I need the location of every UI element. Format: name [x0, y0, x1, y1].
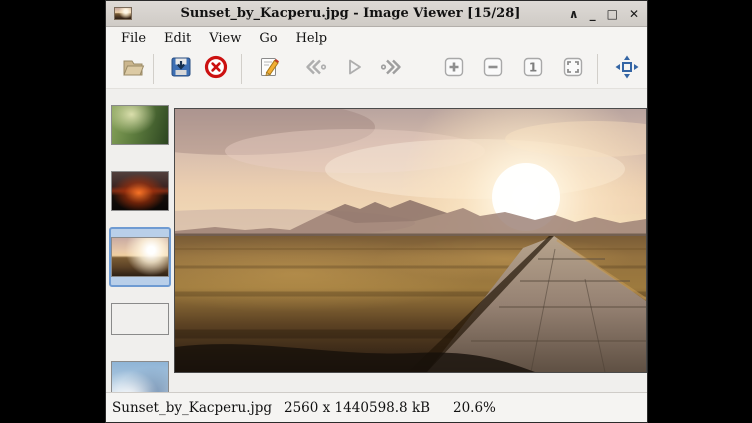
toolbar-separator — [153, 54, 154, 84]
sunset-scene — [175, 109, 646, 372]
next-button[interactable] — [375, 53, 407, 85]
image-viewport[interactable] — [173, 89, 647, 392]
thumbnail-soil[interactable] — [109, 293, 171, 345]
zoom-fit-icon — [561, 55, 585, 83]
minimize-button[interactable]: _ — [590, 8, 596, 20]
thumbnail-dark-sunset[interactable] — [109, 161, 171, 221]
zoom-normal-icon: 1 — [521, 55, 545, 83]
maximize-button[interactable]: □ — [607, 8, 618, 20]
statusbar: Sunset_by_Kacperu.jpg 2560 x 1440 598.8 … — [106, 392, 647, 422]
menu-file[interactable]: File — [112, 29, 155, 48]
menubar: File Edit View Go Help — [106, 27, 647, 49]
thumbnail-clouds-sky[interactable] — [109, 351, 171, 392]
save-icon — [169, 55, 193, 83]
status-filesize: 598.8 kB — [369, 400, 453, 416]
fullscreen-button[interactable] — [611, 53, 643, 85]
window-title: Sunset_by_Kacperu.jpg - Image Viewer [15… — [132, 6, 569, 21]
play-icon — [342, 55, 366, 83]
zoom-out-icon — [481, 55, 505, 83]
zoom-fit-button[interactable] — [557, 53, 589, 85]
edit-button[interactable] — [253, 53, 285, 85]
image-viewer-window: Sunset_by_Kacperu.jpg - Image Viewer [15… — [105, 0, 648, 423]
delete-button[interactable] — [200, 53, 232, 85]
menu-help[interactable]: Help — [287, 29, 337, 48]
menu-view[interactable]: View — [200, 29, 250, 48]
thumbnail-sidebar — [106, 89, 173, 392]
toolbar-separator — [241, 54, 242, 84]
zoom-in-icon — [442, 55, 466, 83]
zoom-in-button[interactable] — [438, 53, 470, 85]
next-icon — [378, 55, 404, 83]
status-filename: Sunset_by_Kacperu.jpg — [112, 400, 284, 416]
thumbnail-dark-sunset-image — [111, 171, 169, 211]
thumbnail-forest[interactable] — [109, 95, 171, 155]
thumbnail-forest-image — [111, 105, 169, 145]
displayed-photo — [174, 108, 647, 373]
content-area — [106, 89, 647, 392]
thumbnail-sunset-path-selected[interactable] — [109, 227, 171, 287]
thumbnail-soil-image — [111, 303, 169, 335]
save-button[interactable] — [165, 53, 197, 85]
open-folder-icon — [121, 55, 145, 83]
play-slideshow-button[interactable] — [338, 53, 370, 85]
delete-icon — [204, 55, 228, 83]
open-folder-button[interactable] — [117, 53, 149, 85]
close-button[interactable]: ✕ — [629, 8, 639, 20]
zoom-out-button[interactable] — [477, 53, 509, 85]
zoom-normal-button[interactable]: 1 — [517, 53, 549, 85]
thumbnail-clouds-sky-image — [111, 361, 169, 392]
toolbar: 1 — [106, 49, 647, 89]
menu-go[interactable]: Go — [250, 29, 286, 48]
previous-icon — [303, 55, 329, 83]
edit-icon — [257, 55, 281, 83]
previous-button[interactable] — [300, 53, 332, 85]
fullscreen-move-icon — [614, 54, 640, 84]
toolbar-separator — [597, 54, 598, 84]
thumbnail-sunset-path-image — [111, 237, 169, 277]
window-app-icon — [114, 7, 132, 20]
status-zoom-level: 20.6% — [453, 400, 496, 416]
zoom-normal-glyph: 1 — [529, 60, 537, 74]
status-dimensions: 2560 x 1440 — [284, 400, 369, 416]
window-controls: ∧ _ □ ✕ — [569, 8, 639, 20]
shade-button[interactable]: ∧ — [569, 8, 579, 20]
menu-edit[interactable]: Edit — [155, 29, 200, 48]
titlebar: Sunset_by_Kacperu.jpg - Image Viewer [15… — [106, 1, 647, 27]
